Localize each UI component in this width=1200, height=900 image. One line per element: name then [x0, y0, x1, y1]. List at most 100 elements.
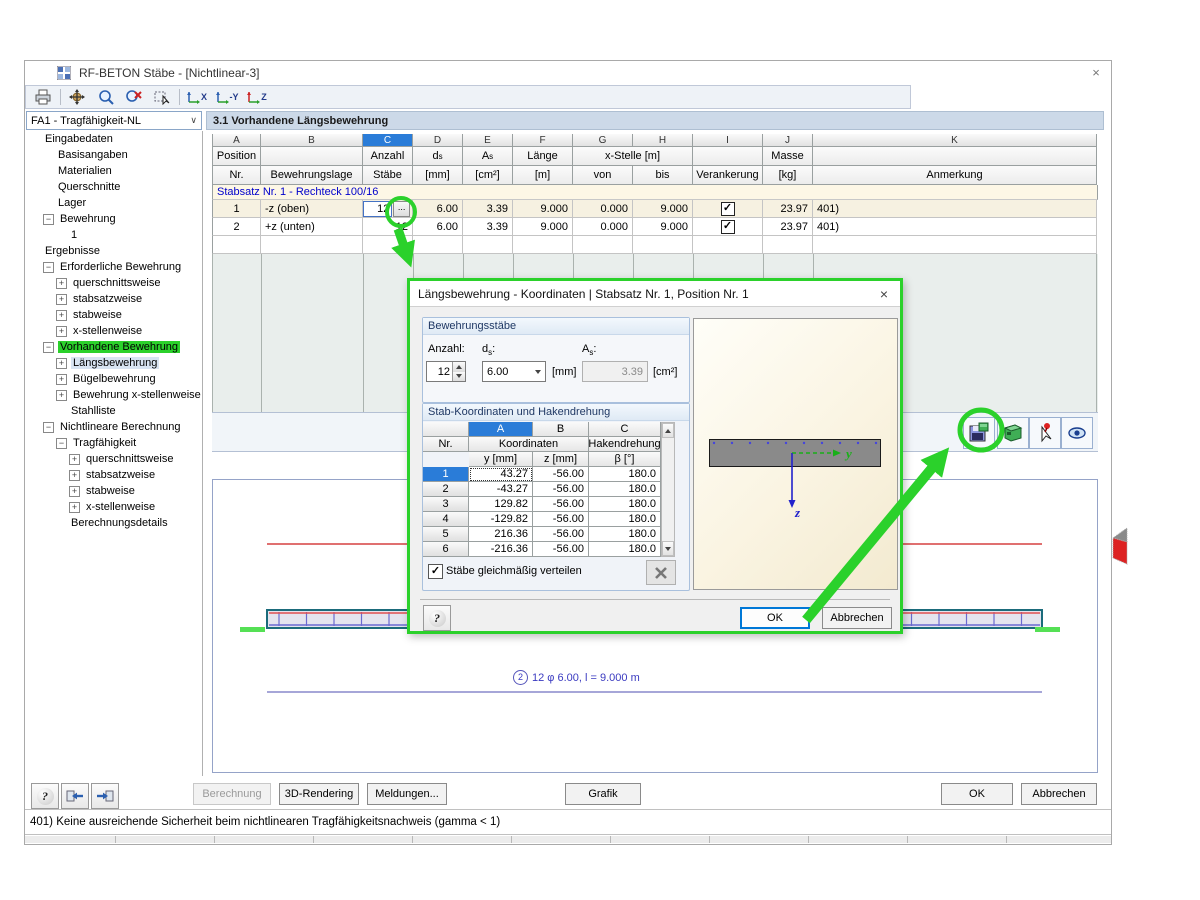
sidebar-item-lager[interactable]: Lager: [25, 195, 202, 211]
stepper-buttons[interactable]: [452, 362, 465, 381]
empty-cell[interactable]: [513, 236, 573, 254]
cell-verankerung[interactable]: ✓: [693, 200, 763, 218]
cell-position[interactable]: 2: [212, 218, 261, 236]
cell-laenge[interactable]: 9.000: [513, 218, 573, 236]
coords-cell[interactable]: 216.36: [469, 527, 533, 542]
cell-as[interactable]: 3.39: [463, 218, 513, 236]
expand-icon[interactable]: +: [69, 486, 80, 497]
coords-cell[interactable]: -56.00: [533, 512, 589, 527]
coords-cell[interactable]: -216.36: [469, 542, 533, 557]
cell-position[interactable]: 1: [212, 200, 261, 218]
cell-ds[interactable]: 6.00: [413, 218, 463, 236]
empty-cell[interactable]: [212, 236, 261, 254]
sidebar-item-basisangaben[interactable]: Basisangaben: [25, 147, 202, 163]
cell-verankerung[interactable]: ✓: [693, 218, 763, 236]
sidebar-item-ergebnisse[interactable]: Ergebnisse: [25, 243, 202, 259]
sidebar-item-materialien[interactable]: Materialien: [25, 163, 202, 179]
coords-cell[interactable]: 180.0: [589, 467, 661, 482]
cell-anmerkung[interactable]: 401): [813, 200, 1097, 218]
sidebar-item-berechnungsdetails[interactable]: Berechnungsdetails: [25, 515, 202, 531]
expand-icon[interactable]: +: [56, 310, 67, 321]
sidebar-item-querschnittsweise[interactable]: +querschnittsweise: [25, 451, 202, 467]
empty-cell[interactable]: [763, 236, 813, 254]
coords-cell[interactable]: 180.0: [589, 497, 661, 512]
column-letter-F[interactable]: F: [513, 134, 573, 147]
empty-cell[interactable]: [693, 236, 763, 254]
sidebar-item-vorhandene-bewehrung[interactable]: −Vorhandene Bewehrung: [25, 339, 202, 355]
empty-cell[interactable]: [633, 236, 693, 254]
cell-von[interactable]: 0.000: [573, 218, 633, 236]
coords-row-header[interactable]: 4: [423, 512, 469, 527]
dialog-help-button[interactable]: ?: [423, 605, 451, 631]
collapse-icon[interactable]: −: [43, 342, 54, 353]
coords-column-letter-B[interactable]: B: [533, 422, 589, 437]
empty-cell[interactable]: [813, 236, 1097, 254]
collapse-icon[interactable]: −: [43, 422, 54, 433]
scroll-down-icon[interactable]: [662, 541, 674, 556]
cell-as[interactable]: 3.39: [463, 200, 513, 218]
expand-icon[interactable]: +: [69, 454, 80, 465]
column-letter-K[interactable]: K: [813, 134, 1097, 147]
coords-cell[interactable]: 180.0: [589, 512, 661, 527]
help-button[interactable]: ?: [31, 783, 59, 809]
collapse-icon[interactable]: −: [43, 214, 54, 225]
pan-icon[interactable]: [67, 88, 89, 106]
column-letter-A[interactable]: A: [212, 134, 261, 147]
zoom-off-icon[interactable]: [123, 88, 145, 106]
sidebar-item-x-stellenweise[interactable]: +x-stellenweise: [25, 323, 202, 339]
view-button[interactable]: [1061, 417, 1093, 449]
expand-icon[interactable]: +: [56, 278, 67, 289]
coords-column-letter-C[interactable]: C: [589, 422, 661, 437]
sidebar-item-erforderliche-bewehrung[interactable]: −Erforderliche Bewehrung: [25, 259, 202, 275]
cell-lage[interactable]: -z (oben): [261, 200, 363, 218]
coords-row-header[interactable]: 3: [423, 497, 469, 512]
grafik-button[interactable]: Grafik: [565, 783, 641, 805]
cell-masse[interactable]: 23.97: [763, 200, 813, 218]
column-letter-C[interactable]: C: [363, 134, 413, 147]
edit-coordinates-button[interactable]: ...: [393, 201, 410, 217]
coords-cell[interactable]: -129.82: [469, 512, 533, 527]
coords-cell[interactable]: 129.82: [469, 497, 533, 512]
cell-masse[interactable]: 23.97: [763, 218, 813, 236]
coords-cell[interactable]: -56.00: [533, 467, 589, 482]
coords-cell[interactable]: -56.00: [533, 497, 589, 512]
empty-cell[interactable]: [363, 236, 413, 254]
anzahl-value[interactable]: 12: [363, 201, 392, 217]
anzahl-stepper[interactable]: 12: [426, 361, 466, 382]
collapse-icon[interactable]: −: [56, 438, 67, 449]
scroll-up-icon[interactable]: [662, 423, 674, 438]
column-letter-E[interactable]: E: [463, 134, 513, 147]
cell-anmerkung[interactable]: 401): [813, 218, 1097, 236]
cell-ds[interactable]: 6.00: [413, 200, 463, 218]
expand-icon[interactable]: +: [56, 374, 67, 385]
save-reinforcement-button[interactable]: [963, 417, 995, 449]
sidebar-item-1[interactable]: 1: [25, 227, 202, 243]
view-x-icon[interactable]: X: [186, 88, 208, 106]
sidebar-item-querschnittsweise[interactable]: +querschnittsweise: [25, 275, 202, 291]
coords-row-header[interactable]: 6: [423, 542, 469, 557]
empty-cell[interactable]: [413, 236, 463, 254]
coords-cell[interactable]: -56.00: [533, 482, 589, 497]
sidebar-item-stahlliste[interactable]: Stahlliste: [25, 403, 202, 419]
sidebar-item-bewehrung[interactable]: −Bewehrung: [25, 211, 202, 227]
column-letter-G[interactable]: G: [573, 134, 633, 147]
verankerung-checkbox[interactable]: ✓: [721, 220, 735, 234]
sidebar-item-stabsatzweise[interactable]: +stabsatzweise: [25, 291, 202, 307]
cell-bis[interactable]: 9.000: [633, 218, 693, 236]
sidebar-item-stabsatzweise[interactable]: +stabsatzweise: [25, 467, 202, 483]
column-letter-J[interactable]: J: [763, 134, 813, 147]
expand-icon[interactable]: +: [69, 502, 80, 513]
coords-cell[interactable]: -56.00: [533, 527, 589, 542]
empty-cell[interactable]: [573, 236, 633, 254]
ds-combobox[interactable]: 6.00: [482, 361, 546, 382]
coords-column-letter-A[interactable]: A: [469, 422, 533, 437]
cell-anzahl[interactable]: 12: [363, 218, 413, 236]
expand-icon[interactable]: +: [69, 470, 80, 481]
coords-cell[interactable]: -43.27: [469, 482, 533, 497]
abbrechen-button[interactable]: Abbrechen: [1021, 783, 1097, 805]
sidebar-item-eingabedaten[interactable]: Eingabedaten: [25, 131, 202, 147]
dialog-ok-button[interactable]: OK: [740, 607, 810, 629]
coords-cell[interactable]: 180.0: [589, 527, 661, 542]
column-letter-H[interactable]: H: [633, 134, 693, 147]
expand-icon[interactable]: +: [56, 358, 67, 369]
